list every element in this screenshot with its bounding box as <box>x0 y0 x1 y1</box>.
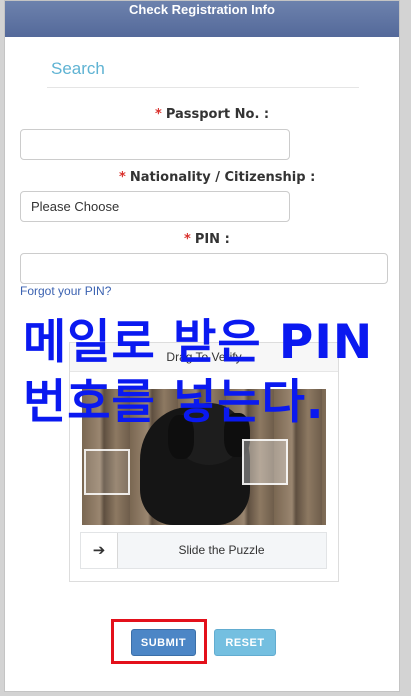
puzzle-piece-target-icon <box>84 449 130 495</box>
required-mark: * <box>155 107 162 122</box>
passport-label: * Passport No. : <box>155 107 269 122</box>
search-section-title: Search <box>51 59 105 78</box>
passport-label-text: Passport No. : <box>165 107 270 122</box>
header-title: Check Registration Info <box>129 2 275 17</box>
forgot-pin-link[interactable]: Forgot your PIN? <box>20 284 111 298</box>
passport-input[interactable] <box>20 129 290 160</box>
required-mark: * <box>184 232 191 247</box>
puzzle-slider[interactable]: ➔ Slide the Puzzle <box>80 532 327 569</box>
nationality-selected-value: Please Choose <box>31 199 120 214</box>
overlay-annotation-line1: 메일로 받은 PIN <box>23 315 374 370</box>
pin-label-text: PIN : <box>194 232 230 247</box>
puzzle-piece-icon[interactable] <box>242 439 288 485</box>
pin-input[interactable] <box>20 253 388 284</box>
required-mark: * <box>119 170 126 185</box>
arrow-right-icon[interactable]: ➔ <box>81 533 118 568</box>
card-header: Check Registration Info <box>5 1 399 37</box>
submit-highlight-box <box>111 619 207 664</box>
search-divider <box>47 87 359 88</box>
pin-label: * PIN : <box>184 232 230 247</box>
overlay-annotation-line2: 번호를 넣는다. <box>23 375 325 430</box>
nationality-select[interactable]: Please Choose <box>20 191 290 222</box>
nationality-label-text: Nationality / Citizenship : <box>129 170 316 185</box>
registration-card: Check Registration Info Search * Passport… <box>4 0 400 692</box>
nationality-label: * Nationality / Citizenship : <box>119 170 315 185</box>
reset-button[interactable]: RESET <box>214 629 276 656</box>
slider-text: Slide the Puzzle <box>178 543 265 557</box>
